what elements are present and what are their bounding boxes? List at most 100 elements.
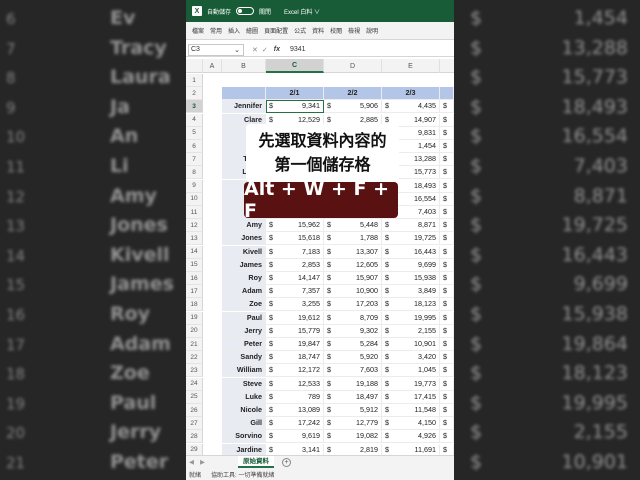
row-number[interactable]: 10 — [186, 192, 203, 206]
value-cell[interactable]: $16,443 — [382, 245, 440, 259]
value-cell[interactable]: $12,779 — [324, 417, 382, 431]
value-cell[interactable]: $18,497 — [324, 390, 382, 404]
row-number[interactable]: 12 — [186, 219, 203, 233]
value-cell[interactable]: $ — [440, 179, 454, 193]
name-cell[interactable]: Paul — [222, 311, 266, 325]
accessibility-status[interactable]: 協助工具: 一切準備就緒 — [211, 470, 274, 479]
name-cell[interactable]: Zoe — [222, 298, 266, 312]
row-number[interactable]: 3 — [186, 100, 203, 114]
value-cell[interactable]: $ — [440, 272, 454, 285]
ribbon-tab[interactable]: 插入 — [228, 26, 240, 35]
value-cell[interactable]: $18,123 — [382, 298, 440, 312]
document-title[interactable]: Excel 白料 ∨ — [284, 7, 320, 16]
value-cell[interactable]: $ — [440, 311, 454, 325]
name-cell[interactable]: William — [222, 364, 266, 378]
value-cell[interactable]: $9,341 — [266, 100, 324, 114]
row-number[interactable]: 22 — [186, 351, 203, 365]
name-cell[interactable]: Jones — [222, 232, 266, 246]
ribbon-tab[interactable]: 常用 — [210, 26, 222, 35]
value-cell[interactable]: $ — [440, 417, 454, 431]
value-cell[interactable]: $ — [440, 377, 454, 391]
ribbon-tab[interactable]: 檔案 — [192, 26, 204, 35]
add-sheet-icon[interactable]: + — [282, 457, 291, 467]
sheet-tab[interactable]: 原始資料 — [238, 456, 274, 468]
date-header-cell[interactable]: 2/3 — [382, 87, 440, 101]
value-cell[interactable]: $ — [440, 351, 454, 365]
value-cell[interactable]: $9,619 — [266, 430, 324, 444]
column-header[interactable] — [186, 59, 203, 73]
row-number[interactable]: 4 — [186, 113, 203, 127]
value-cell[interactable]: $ — [440, 404, 454, 417]
autosave-toggle[interactable] — [236, 7, 255, 15]
value-cell[interactable]: $15,938 — [382, 272, 440, 285]
column-header[interactable]: A — [203, 59, 222, 73]
value-cell[interactable]: $ — [440, 140, 454, 153]
ribbon-tab[interactable]: 繪圖 — [246, 26, 258, 35]
ribbon-tab[interactable]: 資料 — [312, 26, 324, 35]
row-number[interactable]: 7 — [186, 153, 203, 167]
value-cell[interactable]: $ — [440, 113, 454, 127]
header-cell[interactable] — [222, 87, 266, 101]
row-number[interactable]: 20 — [186, 324, 203, 338]
row-number[interactable]: 17 — [186, 285, 203, 299]
ribbon-tab[interactable]: 公式 — [294, 26, 306, 35]
value-cell[interactable]: $4,435 — [382, 100, 440, 114]
value-cell[interactable]: $ — [440, 258, 454, 272]
name-cell[interactable]: Roy — [222, 272, 266, 285]
row-number[interactable]: 13 — [186, 232, 203, 246]
value-cell[interactable]: $19,082 — [324, 430, 382, 444]
value-cell[interactable]: $7,183 — [266, 245, 324, 259]
value-cell[interactable]: $13,307 — [324, 245, 382, 259]
row-number[interactable]: 26 — [186, 404, 203, 417]
row-number[interactable]: 9 — [186, 179, 203, 193]
value-cell[interactable]: $19,773 — [382, 377, 440, 391]
value-cell[interactable]: $10,901 — [382, 338, 440, 351]
value-cell[interactable]: $ — [440, 245, 454, 259]
name-cell[interactable]: Jerry — [222, 324, 266, 338]
prev-sheet-icon[interactable]: ◀ — [189, 458, 194, 466]
row-number[interactable]: 27 — [186, 417, 203, 431]
row-number[interactable]: 14 — [186, 245, 203, 259]
value-cell[interactable]: $3,255 — [266, 298, 324, 312]
row-number[interactable]: 25 — [186, 390, 203, 404]
formula-input[interactable]: 9341 — [290, 46, 306, 53]
column-header[interactable]: E — [382, 59, 440, 73]
name-cell[interactable]: Gill — [222, 417, 266, 431]
row-number[interactable]: 16 — [186, 272, 203, 285]
name-cell[interactable]: Peter — [222, 338, 266, 351]
value-cell[interactable]: $ — [440, 126, 454, 140]
value-cell[interactable]: $8,709 — [324, 311, 382, 325]
name-cell[interactable]: Adam — [222, 285, 266, 299]
value-cell[interactable]: $19,995 — [382, 311, 440, 325]
value-cell[interactable]: $1,045 — [382, 364, 440, 378]
value-cell[interactable]: $4,926 — [382, 430, 440, 444]
ribbon-tab[interactable]: 頁面配置 — [264, 26, 288, 35]
row-number[interactable]: 11 — [186, 206, 203, 219]
function-icon[interactable]: fx — [274, 46, 280, 53]
value-cell[interactable]: $14,147 — [266, 272, 324, 285]
row-number[interactable]: 18 — [186, 298, 203, 312]
row-number[interactable]: 28 — [186, 430, 203, 444]
value-cell[interactable]: $15,618 — [266, 232, 324, 246]
row-number[interactable]: 8 — [186, 166, 203, 180]
value-cell[interactable]: $15,907 — [324, 272, 382, 285]
ribbon-tab[interactable]: 校閱 — [330, 26, 342, 35]
name-box[interactable]: C3 ⌄ — [188, 43, 244, 56]
date-header-cell[interactable]: 2/1 — [266, 87, 324, 101]
value-cell[interactable]: $ — [440, 192, 454, 206]
value-cell[interactable]: $1,788 — [324, 232, 382, 246]
value-cell[interactable]: $ — [440, 430, 454, 444]
column-header[interactable]: D — [324, 59, 382, 73]
value-cell[interactable]: $ — [440, 364, 454, 378]
value-cell[interactable]: $2,853 — [266, 258, 324, 272]
name-cell[interactable]: James — [222, 258, 266, 272]
value-cell[interactable]: $ — [440, 298, 454, 312]
value-cell[interactable]: $5,906 — [324, 100, 382, 114]
value-cell[interactable]: $15,779 — [266, 324, 324, 338]
value-cell[interactable]: $17,242 — [266, 417, 324, 431]
value-cell[interactable]: $18,747 — [266, 351, 324, 365]
value-cell[interactable]: $7,357 — [266, 285, 324, 299]
value-cell[interactable]: $13,089 — [266, 404, 324, 417]
name-cell[interactable]: Steve — [222, 377, 266, 391]
name-cell[interactable]: Jennifer — [222, 100, 266, 114]
